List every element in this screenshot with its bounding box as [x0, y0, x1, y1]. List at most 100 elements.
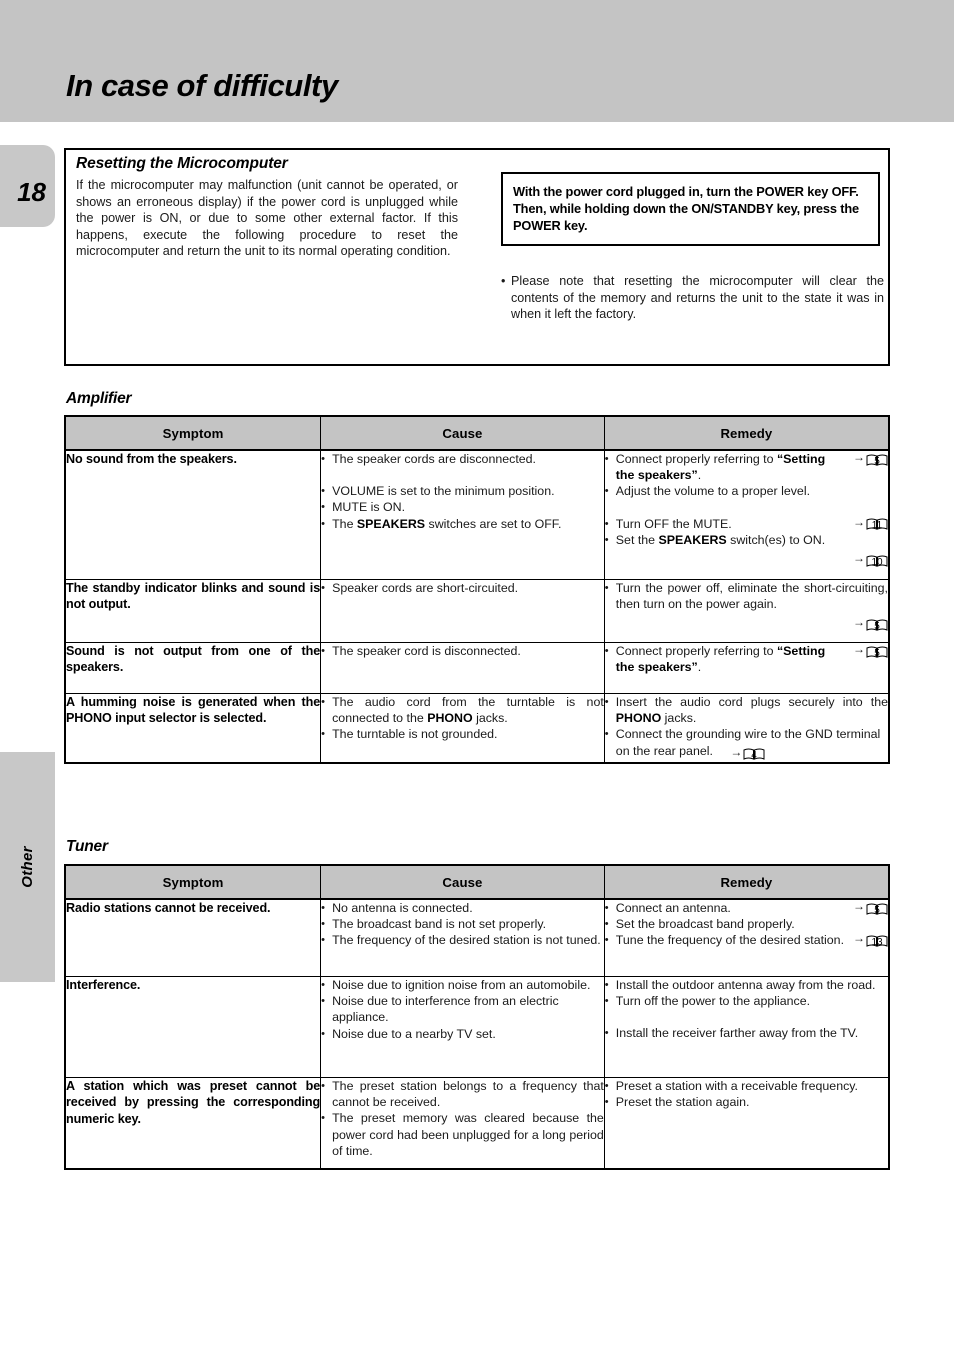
list-item: →11 Turn OFF the MUTE.	[605, 516, 888, 532]
page-ref-icon: → 4	[730, 746, 765, 762]
list-item: Install the receiver farther away from t…	[605, 1025, 888, 1041]
list-item: Adjust the volume to a proper level.	[605, 483, 888, 499]
list-item: The audio cord from the turntable is not…	[321, 694, 604, 726]
list-item: The frequency of the desired station is …	[321, 932, 604, 948]
list-item: The speaker cord is disconnected.	[321, 643, 604, 659]
page-number: 18	[17, 177, 46, 207]
page-title: In case of difficulty	[66, 68, 338, 103]
svg-text:11: 11	[872, 520, 883, 531]
svg-text:5: 5	[874, 621, 880, 632]
svg-text:10: 10	[871, 557, 883, 568]
section-title-amplifier: Amplifier	[66, 390, 132, 407]
list-item: Set the SPEAKERS switch(es) to ON.	[605, 532, 888, 548]
page-ref-line: → 5	[605, 613, 888, 632]
table-row: Interference. Noise due to ignition nois…	[64, 976, 890, 1078]
reset-left-column: Resetting the Microcomputer If the micro…	[76, 155, 458, 260]
list-item: Preset a station with a receivable frequ…	[605, 1078, 888, 1094]
tuner-troubleshooting-table: Symptom Cause Remedy Radio stations cann…	[64, 864, 890, 1170]
list-item: →5 Connect an antenna.	[605, 900, 888, 916]
svg-text:13: 13	[871, 937, 883, 948]
page-ref-icon: →5	[853, 900, 888, 916]
page-ref-icon: →11	[853, 516, 888, 532]
cell-cause: No antenna is connected. The broadcast b…	[320, 898, 605, 977]
cell-remedy: Turn the power off, eliminate the short-…	[603, 579, 890, 643]
list-item: VOLUME is set to the minimum position.	[321, 483, 604, 499]
list-item: Install the outdoor antenna away from th…	[605, 977, 888, 993]
section-title-tuner: Tuner	[66, 838, 108, 855]
column-header-remedy: Remedy	[603, 864, 890, 900]
amplifier-troubleshooting-table: Symptom Cause Remedy No sound from the s…	[64, 415, 890, 764]
table-row: Radio stations cannot be received. No an…	[64, 898, 890, 977]
cell-symptom: The standby indicator blinks and sound i…	[64, 579, 322, 643]
svg-text:5: 5	[874, 456, 880, 467]
list-item: Preset the station again.	[605, 1094, 888, 1110]
cell-symptom: No sound from the speakers.	[64, 449, 322, 580]
svg-text:5: 5	[874, 648, 880, 659]
page-ref-icon: → 10	[853, 552, 888, 568]
list-item: Noise due to interference from an electr…	[321, 993, 604, 1025]
column-header-remedy: Remedy	[603, 415, 890, 451]
list-item: The broadcast band is not set properly.	[321, 916, 604, 932]
bullet-dot-icon: •	[501, 274, 506, 288]
list-item: Noise due to ignition noise from an auto…	[321, 977, 604, 993]
cell-remedy: →5 Connect properly referring to “Settin…	[603, 449, 890, 580]
list-item: →5 Connect properly referring to “Settin…	[605, 451, 888, 483]
cell-remedy: Insert the audio cord plugs securely int…	[603, 692, 890, 764]
list-item: Insert the audio cord plugs securely int…	[605, 694, 888, 726]
reset-body-text: If the microcomputer may malfunction (un…	[76, 178, 458, 259]
list-item: The preset station belongs to a frequenc…	[321, 1078, 604, 1110]
cell-remedy: →5 Connect properly referring to “Settin…	[603, 642, 890, 694]
list-item: Connect the grounding wire to the GND te…	[605, 726, 888, 761]
power-note-text: With the power cord plugged in, turn the…	[513, 184, 859, 233]
section-tab-label: Other	[19, 846, 36, 888]
cell-cause: The preset station belongs to a frequenc…	[320, 1077, 605, 1170]
list-item: No antenna is connected.	[321, 900, 604, 916]
list-item: The SPEAKERS switches are set to OFF.	[321, 516, 604, 532]
cell-cause: The audio cord from the turntable is not…	[320, 692, 605, 764]
list-item: Speaker cords are short-circuited.	[321, 580, 604, 596]
section-tab-other: Other	[0, 752, 55, 982]
reset-bullet-text: Please note that resetting the microcomp…	[511, 274, 884, 322]
list-item: The turntable is not grounded.	[321, 726, 604, 742]
column-header-symptom: Symptom	[64, 864, 322, 900]
list-item: Turn off the power to the appliance.	[605, 993, 888, 1009]
table-row: The standby indicator blinks and sound i…	[64, 579, 890, 643]
svg-text:4: 4	[752, 750, 758, 761]
page-ref-icon: →5	[853, 451, 888, 467]
list-item: Noise due to a nearby TV set.	[321, 1026, 604, 1042]
cell-symptom: A station which was preset cannot be rec…	[64, 1077, 322, 1170]
reset-heading: Resetting the Microcomputer	[76, 155, 288, 172]
cell-symptom: Sound is not output from one of the spea…	[64, 642, 322, 694]
page-ref-icon: → 13	[853, 932, 888, 948]
table-header-row: Symptom Cause Remedy	[64, 864, 890, 900]
cell-symptom: A humming noise is generated when the PH…	[64, 692, 322, 764]
table-row: Sound is not output from one of the spea…	[64, 642, 890, 694]
list-item: The speaker cords are disconnected.	[321, 451, 604, 467]
list-item: Tune the frequency of the desired statio…	[605, 932, 888, 949]
list-item: →5 Connect properly referring to “Settin…	[605, 643, 888, 675]
page-ref-line: → 10	[605, 549, 888, 568]
table-row: A humming noise is generated when the PH…	[64, 692, 890, 764]
column-header-symptom: Symptom	[64, 415, 322, 451]
svg-text:5: 5	[874, 905, 880, 916]
page-header-band: In case of difficulty	[0, 0, 954, 122]
list-item: Turn the power off, eliminate the short-…	[605, 580, 888, 612]
cell-cause: Speaker cords are short-circuited.	[320, 579, 605, 643]
list-item: The preset memory was cleared because th…	[321, 1110, 604, 1159]
list-item: MUTE is ON.	[321, 499, 604, 515]
cell-cause: Noise due to ignition noise from an auto…	[320, 976, 605, 1078]
reset-bullet-note: • Please note that resetting the microco…	[501, 273, 884, 323]
cell-remedy: Preset a station with a receivable frequ…	[603, 1077, 890, 1170]
table-row: A station which was preset cannot be rec…	[64, 1077, 890, 1170]
table-row: No sound from the speakers. The speaker …	[64, 449, 890, 580]
cell-symptom: Radio stations cannot be received.	[64, 898, 322, 977]
cell-remedy: →5 Connect an antenna. Set the broadcast…	[603, 898, 890, 977]
page-ref-icon: →5	[853, 616, 888, 632]
page-ref-icon: →5	[853, 643, 888, 659]
cell-cause: The speaker cord is disconnected.	[320, 642, 605, 694]
cell-remedy: Install the outdoor antenna away from th…	[603, 976, 890, 1078]
cell-symptom: Interference.	[64, 976, 322, 1078]
column-header-cause: Cause	[320, 864, 605, 900]
resetting-microcomputer-box: Resetting the Microcomputer If the micro…	[64, 148, 890, 366]
power-note-box: With the power cord plugged in, turn the…	[501, 172, 880, 246]
